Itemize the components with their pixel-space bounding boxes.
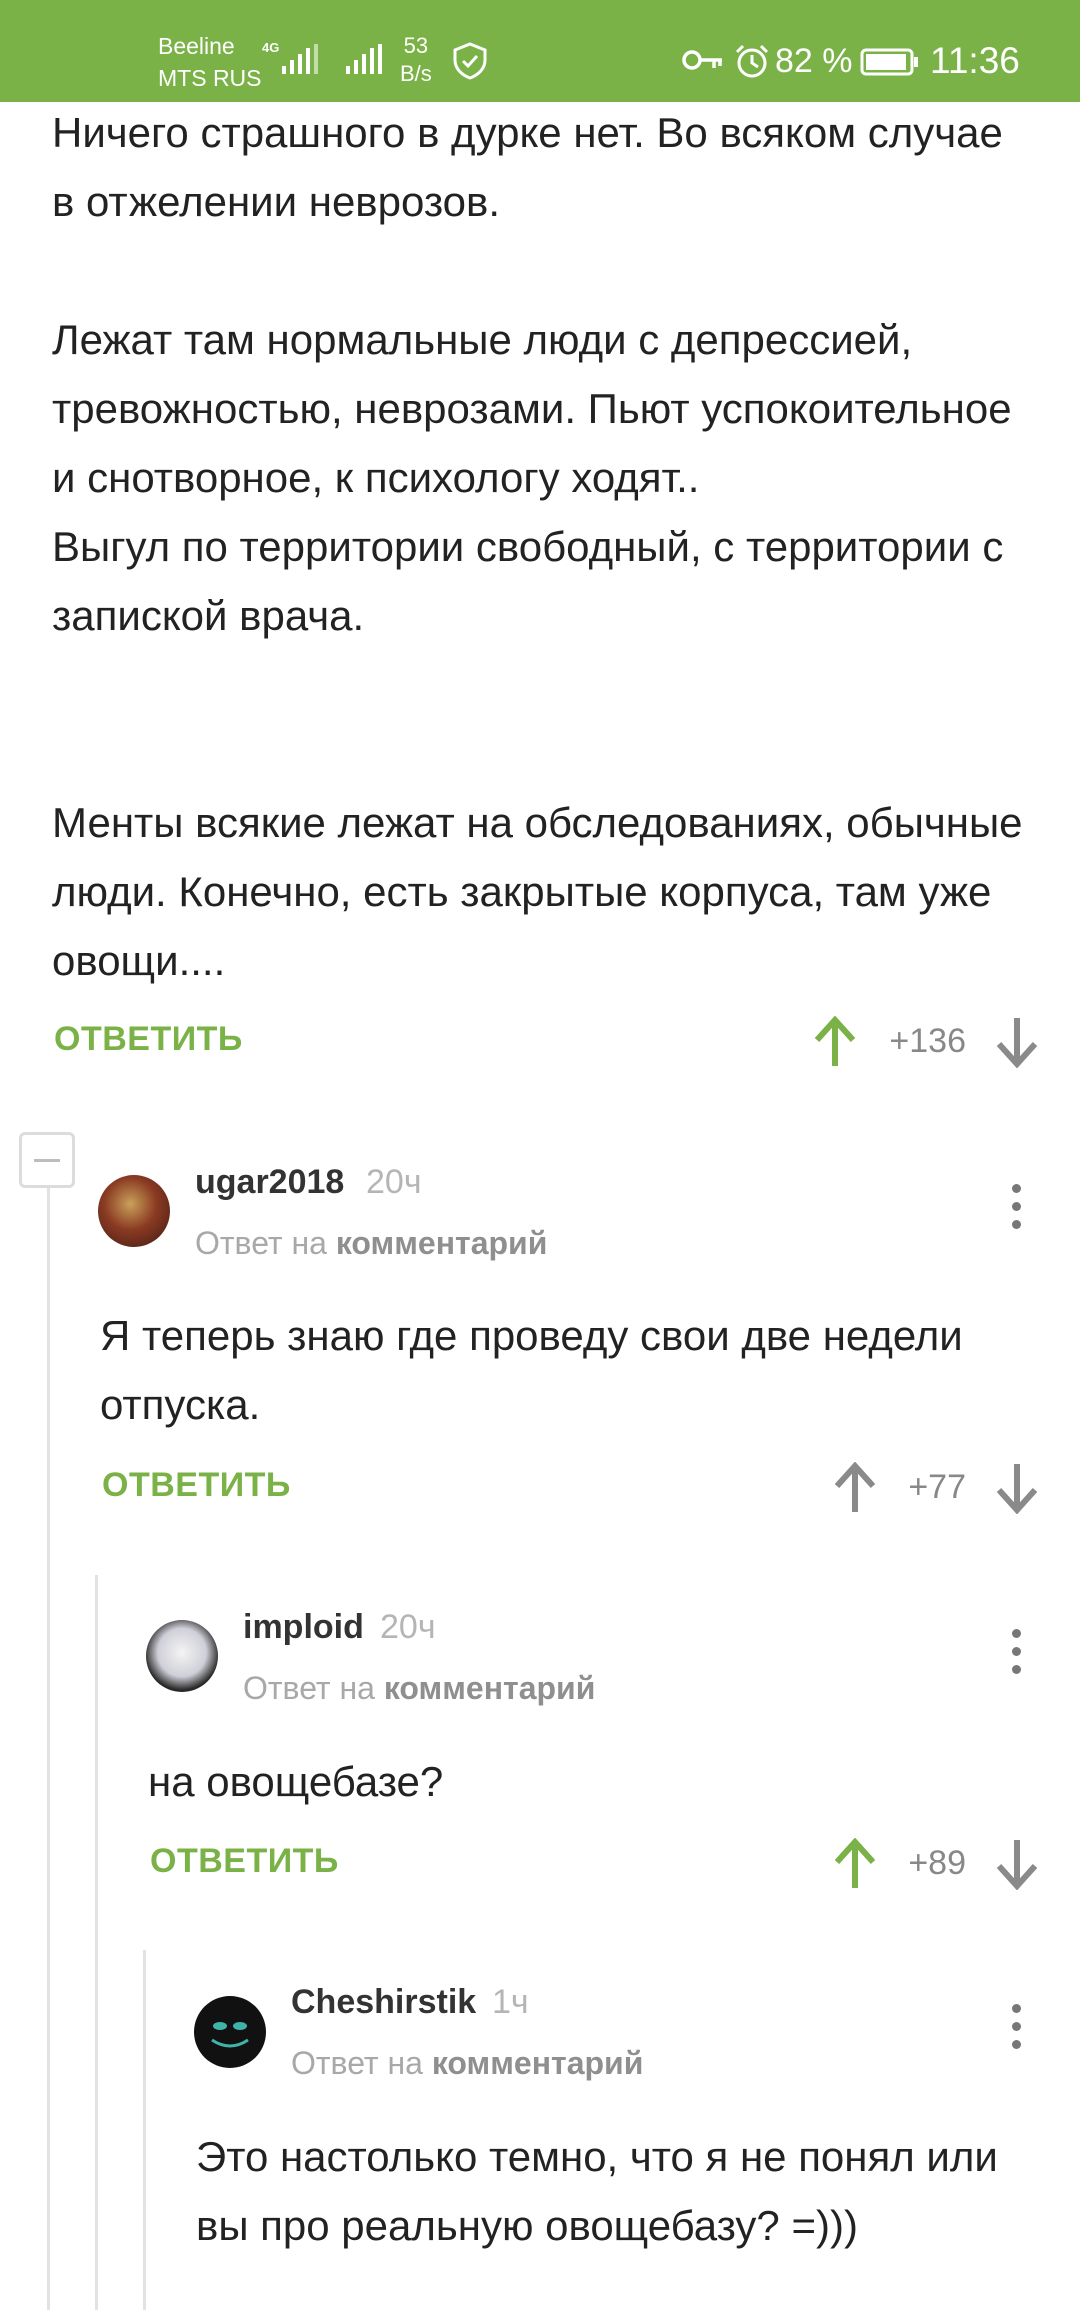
reply-to-prefix: Ответ на — [243, 1670, 375, 1706]
comment-time: 20ч — [380, 1608, 436, 1646]
downvote-arrow-icon[interactable] — [994, 1016, 1040, 1068]
collapse-thread-button[interactable] — [19, 1132, 75, 1188]
avatar[interactable] — [98, 1175, 170, 1247]
carrier-2: MTS RUS — [158, 65, 262, 91]
comment-paragraph-3: Менты всякие лежат на обследованиях, обы… — [52, 799, 1023, 984]
more-options-icon[interactable] — [1006, 1182, 1026, 1232]
comment-paragraph-2: Лежат там нормальные люди с депрессией, … — [52, 316, 1012, 639]
vote-count: +89 — [908, 1844, 966, 1882]
reply-to-link[interactable]: комментарий — [384, 1670, 596, 1706]
reply-to-link[interactable]: комментарий — [432, 2045, 644, 2081]
comment-paragraph-1: Ничего страшного в дурке нет. Во всяком … — [52, 109, 1003, 225]
vote-count: +136 — [889, 1022, 966, 1060]
reply-button[interactable]: ОТВЕТИТЬ — [102, 1466, 291, 1505]
comment-time: 1ч — [492, 1983, 529, 2021]
carrier-labels: Beeline MTS RUS — [158, 30, 262, 94]
network-type: 4G — [262, 40, 280, 55]
username[interactable]: Cheshirstik — [291, 1983, 476, 2022]
vote-count: +77 — [908, 1468, 966, 1506]
battery-icon — [860, 48, 918, 76]
signal-icon — [346, 44, 382, 74]
comment-text: Это настолько темно, что я не понял или … — [196, 2133, 998, 2249]
avatar[interactable] — [194, 1996, 266, 2068]
clock: 11:36 — [930, 40, 1020, 81]
battery-percent: 82 % — [775, 42, 853, 80]
reply-to-label: Ответ на комментарий — [243, 1670, 595, 1707]
thread-line — [47, 1188, 50, 2310]
downvote-arrow-icon[interactable] — [994, 1462, 1040, 1514]
reply-to-link[interactable]: комментарий — [336, 1225, 548, 1261]
thread-line — [143, 1950, 146, 2310]
comment-text: на овощебазе? — [148, 1758, 444, 1805]
comment-text: Я теперь знаю где проведу свои две недел… — [100, 1312, 963, 1428]
carrier-1: Beeline — [158, 33, 235, 59]
alarm-icon — [735, 44, 769, 78]
more-options-icon[interactable] — [1006, 2002, 1026, 2052]
signal-icon — [282, 44, 318, 74]
speed-unit: B/s — [400, 61, 432, 86]
speed-value: 53 — [403, 33, 429, 58]
network-speed: 53 B/s — [400, 32, 432, 88]
downvote-arrow-icon[interactable] — [994, 1838, 1040, 1890]
comment-time: 20ч — [366, 1163, 422, 1201]
reply-button[interactable]: ОТВЕТИТЬ — [150, 1842, 339, 1881]
avatar[interactable] — [146, 1620, 218, 1692]
username[interactable]: ugar2018 — [195, 1163, 344, 1202]
reply-to-prefix: Ответ на — [291, 2045, 423, 2081]
upvote-arrow-icon[interactable] — [812, 1016, 858, 1068]
key-icon — [682, 50, 722, 70]
reply-button[interactable]: ОТВЕТИТЬ — [54, 1020, 243, 1059]
thread-line — [95, 1575, 98, 2310]
reply-to-prefix: Ответ на — [195, 1225, 327, 1261]
shield-icon — [453, 42, 487, 80]
reply-to-label: Ответ на комментарий — [291, 2045, 643, 2082]
status-bar: Beeline MTS RUS 4G 53 B/s 82 % 11:36 — [0, 0, 1080, 102]
username[interactable]: imploid — [243, 1608, 364, 1647]
more-options-icon[interactable] — [1006, 1627, 1026, 1677]
cat-grin-icon — [211, 2022, 249, 2048]
reply-to-label: Ответ на комментарий — [195, 1225, 547, 1262]
